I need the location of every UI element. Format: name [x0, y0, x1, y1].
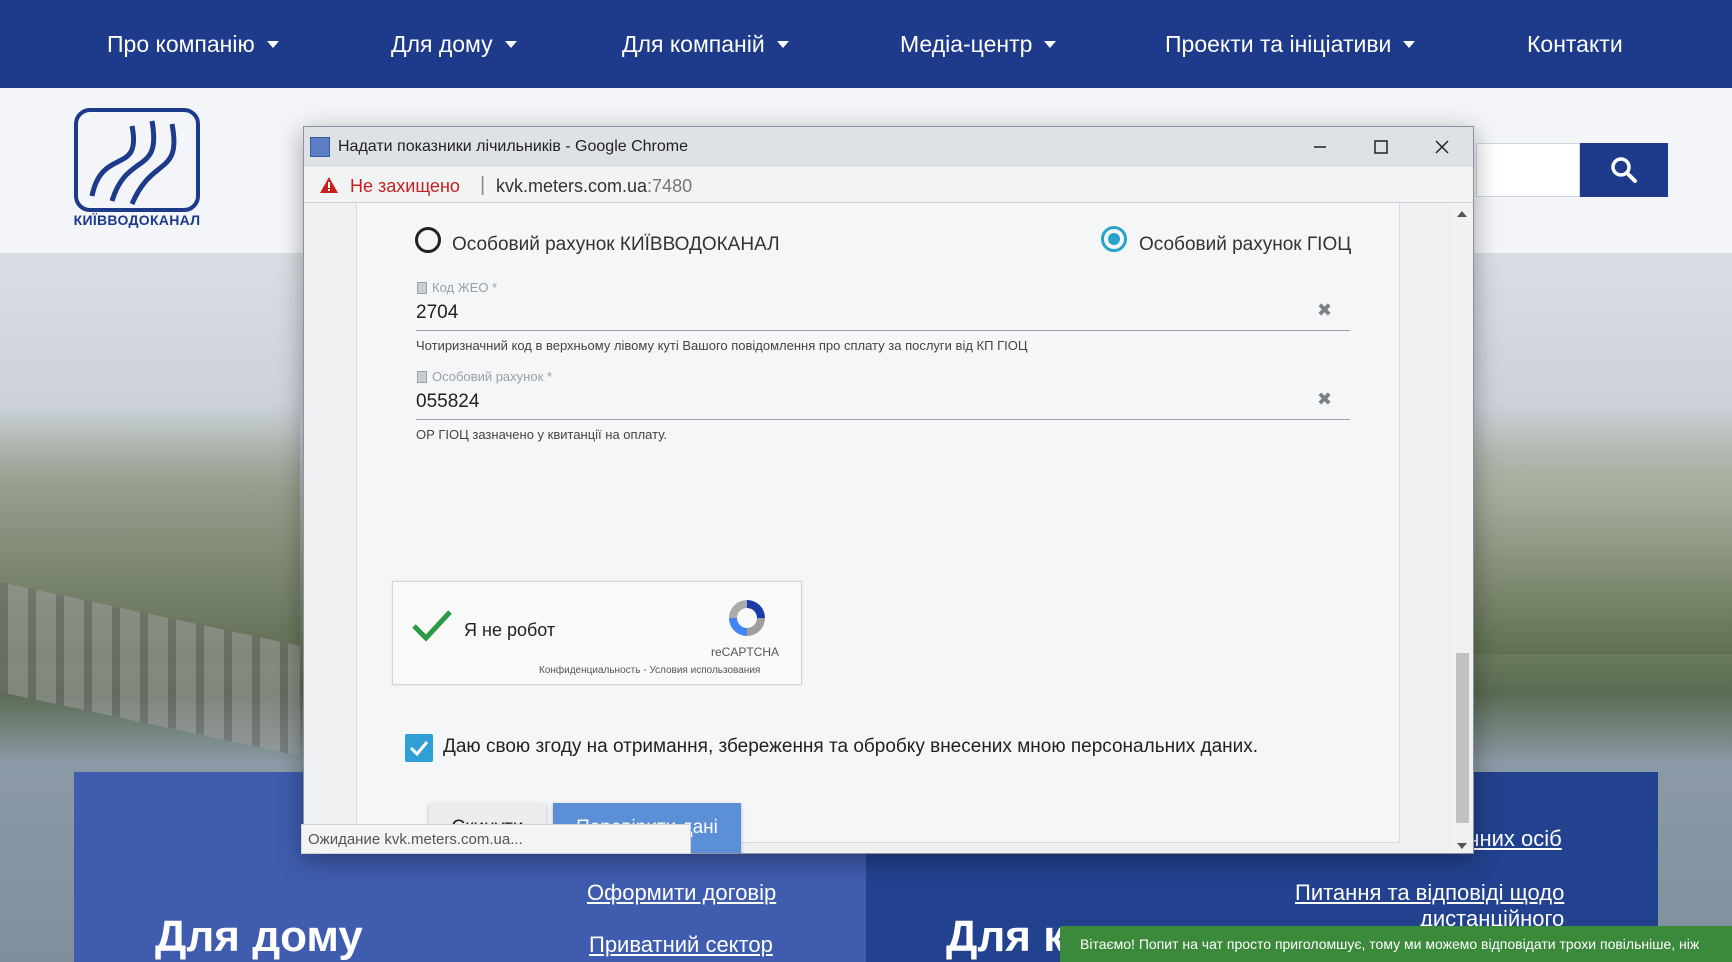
nav-item-home[interactable]: Для дому [391, 0, 517, 88]
recaptcha-brand: reCAPTCHA [711, 645, 780, 659]
recaptcha-terms[interactable]: Конфиденциальность - Условия использован… [539, 665, 760, 676]
meter-form: Особовий рахунок КИЇВВОДОКАНАЛ Особовий … [356, 203, 1400, 853]
chrome-popup-window: Надати показники лічильників - Google Ch… [303, 126, 1474, 854]
chevron-down-icon [504, 40, 517, 48]
top-navigation: Про компанію Для дому Для компаній Медіа… [0, 0, 1732, 88]
zheo-label-text: Код ЖЕО * [432, 280, 498, 295]
nav-label: Контакти [1527, 30, 1623, 57]
checkmark-icon[interactable] [411, 608, 453, 642]
link-make-contract[interactable]: Оформити договір [587, 880, 776, 906]
chat-text: Вітаємо! Попит на чат просто приголомшує… [1080, 936, 1700, 952]
nav-item-about[interactable]: Про компанію [107, 0, 279, 88]
nav-item-companies[interactable]: Для компаній [622, 0, 789, 88]
nav-label: Для дому [391, 30, 493, 57]
loading-status-bar: Ожидание kvk.meters.com.ua... [301, 824, 691, 854]
vertical-scrollbar[interactable] [1452, 203, 1473, 853]
checkbox-check-icon [409, 741, 429, 756]
recaptcha-widget: Я не робот reCAPTCHA Конфиденциальность … [392, 581, 802, 685]
clear-account-icon[interactable]: ✖ [1317, 389, 1332, 410]
url-host: kvk.meters.com.ua [496, 176, 648, 196]
panel-home-title: Для дому [155, 912, 363, 961]
radio-kvk-account[interactable] [415, 227, 441, 253]
maximize-icon [1374, 140, 1388, 154]
recaptcha-label: Я не робот [464, 620, 556, 640]
nav-label: Проекти та ініціативи [1165, 30, 1392, 57]
link-faq[interactable]: Питання та відповіді щодо [1295, 880, 1564, 906]
maximize-button[interactable] [1351, 127, 1411, 167]
app-icon [310, 137, 330, 157]
account-field-label: Особовий рахунок * [417, 369, 552, 384]
address-bar[interactable]: Не захищено | kvk.meters.com.ua:7480 [304, 167, 1473, 203]
zheo-underline [416, 330, 1350, 331]
clear-zheo-icon[interactable]: ✖ [1317, 300, 1332, 321]
minimize-icon [1314, 146, 1326, 148]
account-underline [416, 419, 1350, 420]
city-skyline-image [1470, 404, 1732, 654]
scroll-up-icon[interactable] [1457, 211, 1467, 217]
link-private-sector[interactable]: Приватний сектор [589, 932, 773, 958]
nav-label: Медіа-центр [900, 30, 1033, 57]
url-text[interactable]: kvk.meters.com.ua:7480 [496, 176, 692, 197]
account-label-text: Особовий рахунок * [432, 369, 552, 384]
zheo-field-label: Код ЖЕО * [417, 280, 497, 295]
minimize-button[interactable] [1290, 127, 1350, 167]
close-icon [1435, 140, 1449, 154]
warning-icon [320, 177, 338, 193]
document-icon [417, 281, 427, 294]
radio-gioc-label: Особовий рахунок ГІОЦ [1139, 234, 1352, 255]
nav-item-media[interactable]: Медіа-центр [900, 0, 1057, 88]
popup-content: Особовий рахунок КИЇВВОДОКАНАЛ Особовий … [304, 203, 1473, 853]
nav-item-contacts[interactable]: Контакти [1527, 0, 1623, 88]
address-separator: | [480, 174, 486, 196]
url-port: :7480 [647, 176, 693, 196]
radio-kvk-label: Особовий рахунок КИЇВВОДОКАНАЛ [452, 234, 780, 255]
zheo-code-input[interactable]: 2704 [416, 302, 458, 324]
window-title: Надати показники лічильників - Google Ch… [338, 138, 688, 155]
nav-label: Для компаній [622, 30, 765, 57]
search-input[interactable] [1476, 143, 1580, 197]
nav-label: Про компанію [107, 30, 255, 57]
panel-biz-title: Для к [946, 912, 1066, 961]
close-button[interactable] [1412, 127, 1472, 167]
zheo-hint: Чотиризначний код в верхньому лівому кут… [416, 338, 1028, 353]
chat-banner[interactable]: Вітаємо! Попит на чат просто приголомшує… [1060, 926, 1732, 962]
window-titlebar[interactable]: Надати показники лічильників - Google Ch… [304, 127, 1473, 167]
logo-text: КИЇВВОДОКАНАЛ [73, 212, 201, 228]
security-status[interactable]: Не захищено [350, 176, 460, 197]
nav-item-projects[interactable]: Проекти та ініціативи [1165, 0, 1416, 88]
link-individuals[interactable]: чних осіб [1468, 826, 1562, 852]
scroll-thumb[interactable] [1456, 653, 1469, 823]
search-button[interactable] [1580, 143, 1668, 197]
chevron-down-icon [776, 40, 789, 48]
chevron-down-icon [1044, 40, 1057, 48]
account-hint: ОР ГІОЦ зазначено у квитанції на оплату. [416, 427, 668, 442]
consent-label: Даю свою згоду на отримання, збереження … [443, 736, 1259, 757]
chevron-down-icon [266, 40, 279, 48]
search-icon [1611, 157, 1637, 183]
scroll-down-icon[interactable] [1457, 843, 1467, 849]
recaptcha-logo-icon [729, 600, 765, 636]
consent-checkbox[interactable] [405, 734, 433, 762]
radio-gioc-account[interactable] [1101, 226, 1127, 252]
account-number-input[interactable]: 055824 [416, 391, 479, 413]
document-icon [417, 370, 427, 383]
chevron-down-icon [1403, 40, 1416, 48]
